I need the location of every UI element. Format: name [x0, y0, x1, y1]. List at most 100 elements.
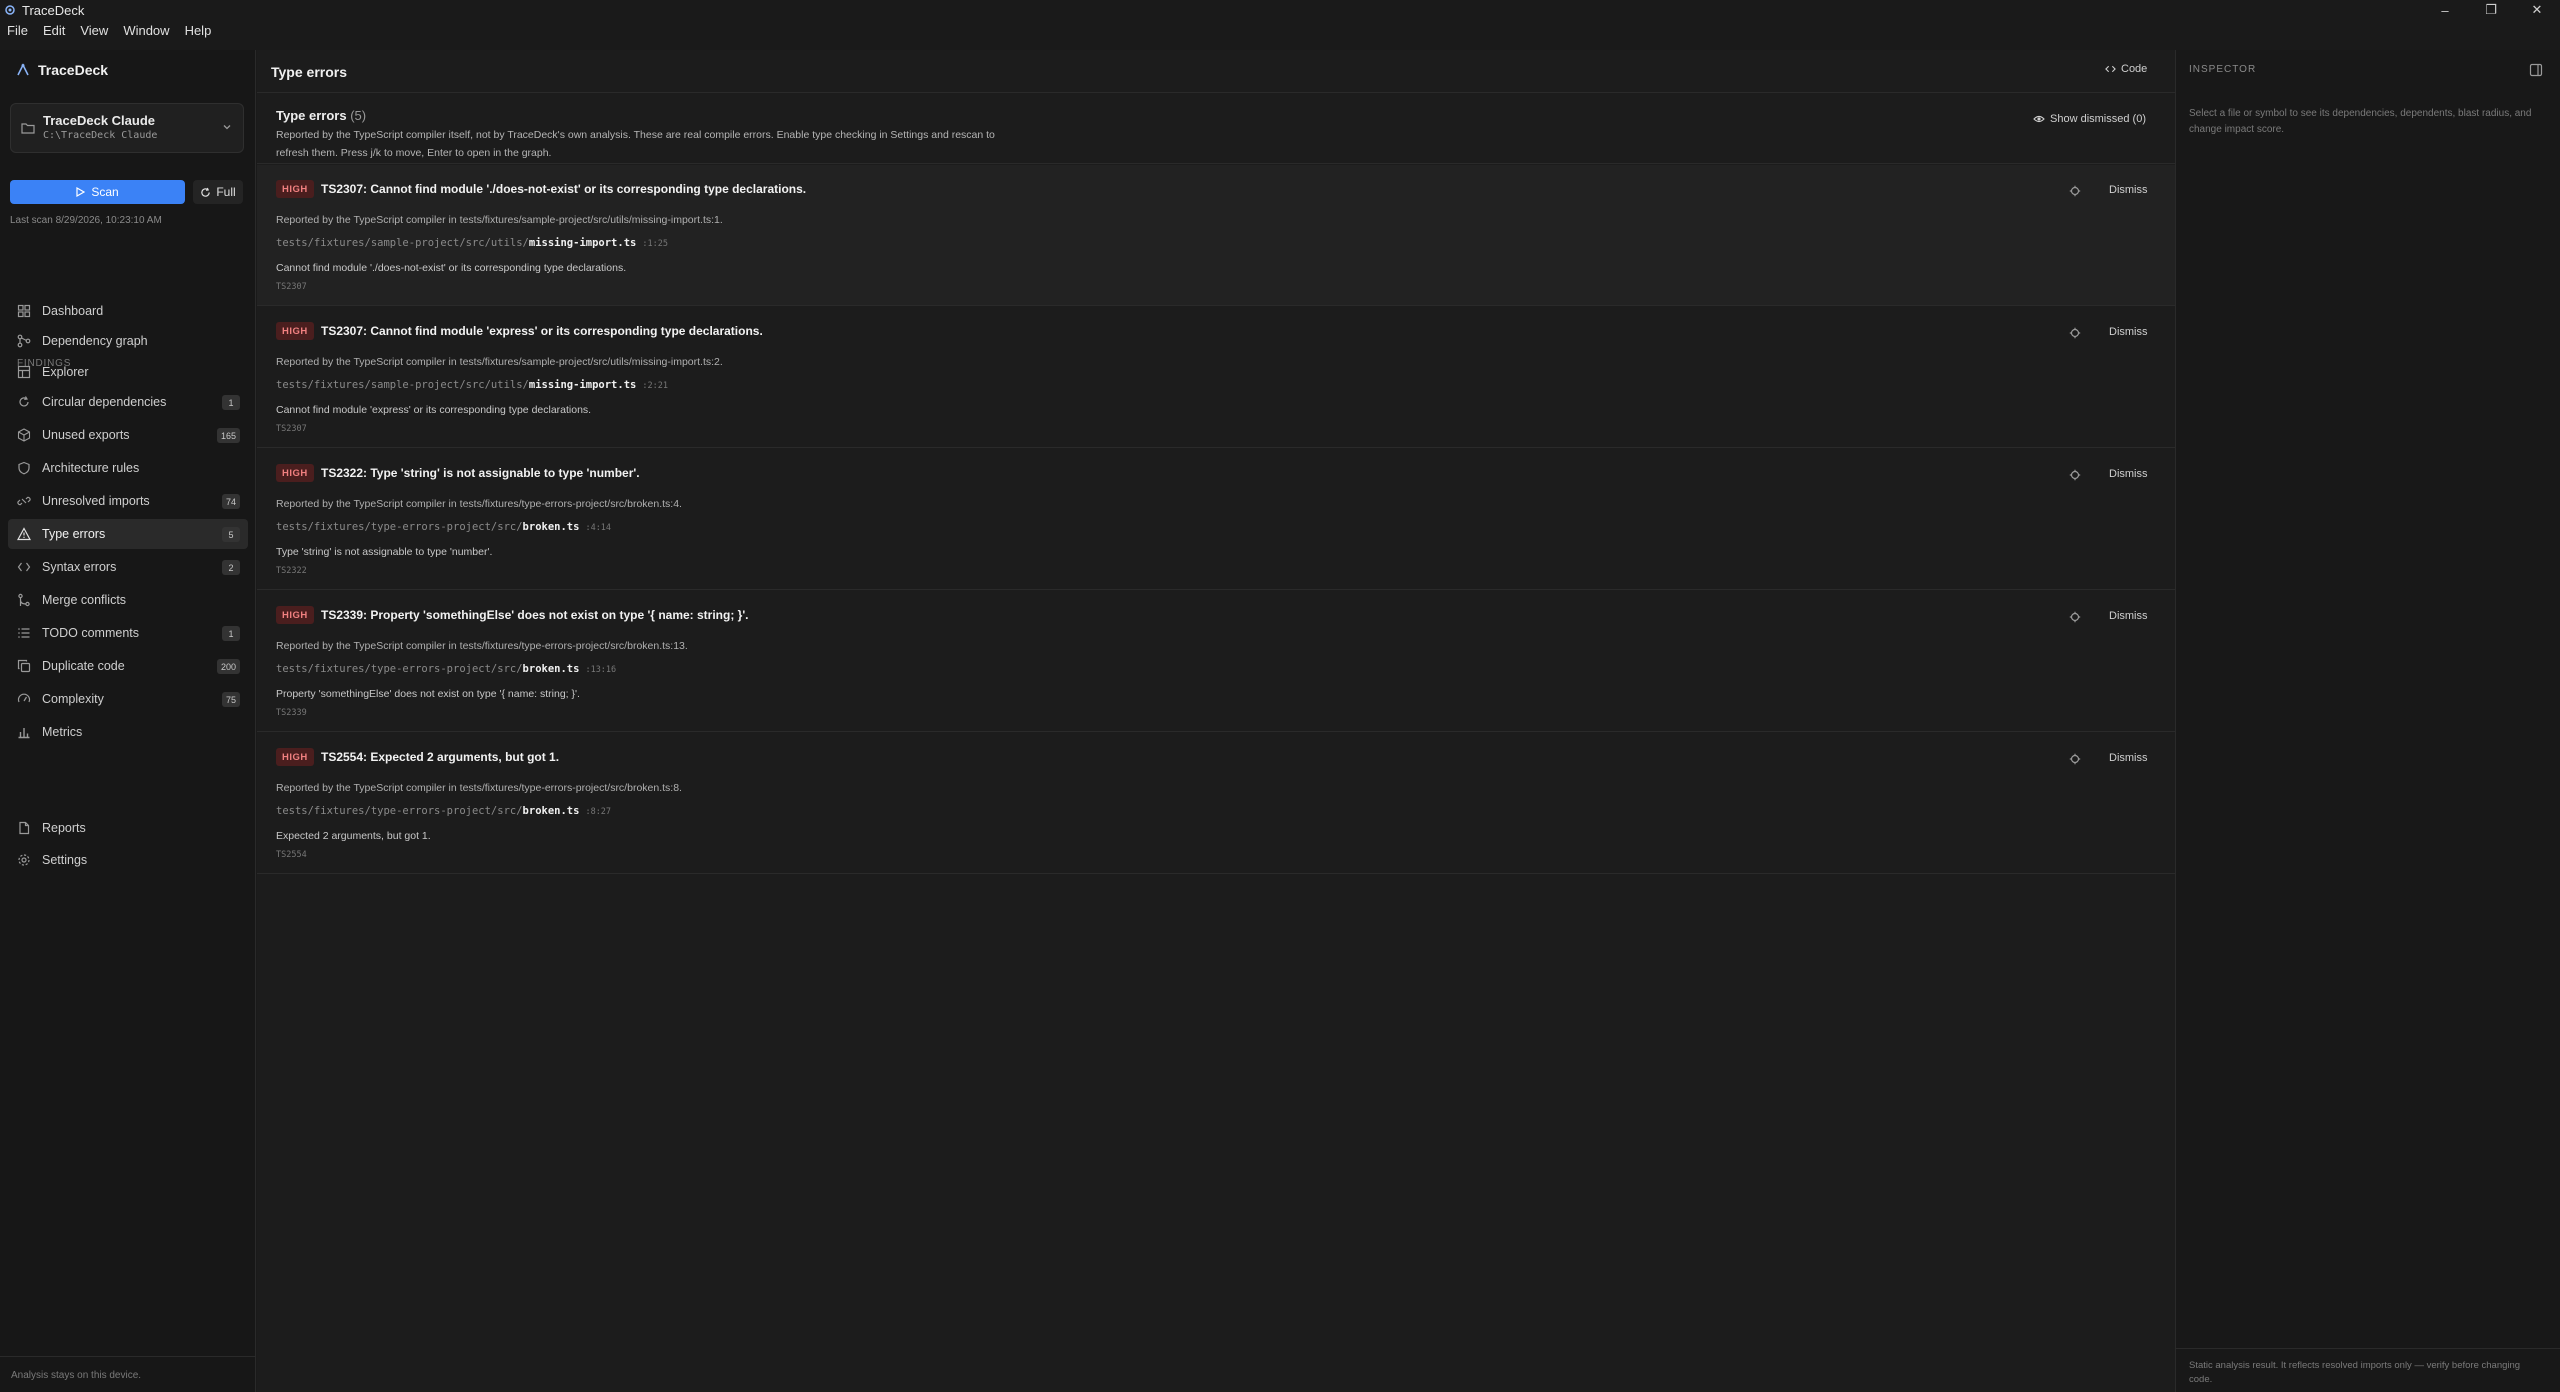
menu-file[interactable]: File: [0, 23, 36, 38]
finding-row[interactable]: HIGH TS2339: Property 'somethingElse' doe…: [257, 591, 2175, 732]
minimize-button[interactable]: –: [2422, 0, 2468, 20]
finding-file-link[interactable]: tests/fixtures/sample-project/src/utils/…: [276, 379, 668, 391]
dismiss-button[interactable]: Dismiss: [2109, 326, 2148, 338]
window-controls: – ❐ ✕: [2422, 0, 2560, 20]
sidebar-item-unresolved-imports[interactable]: Unresolved imports 74: [8, 486, 248, 516]
full-scan-button[interactable]: Full: [193, 180, 243, 204]
sidebar-item-circular-dependencies[interactable]: Circular dependencies 1: [8, 387, 248, 417]
count-badge: 74: [221, 494, 240, 509]
file-name: broken.ts: [522, 663, 580, 675]
code-button[interactable]: Code: [2105, 63, 2147, 75]
menu-help[interactable]: Help: [178, 23, 220, 38]
title-bar: TraceDeck – ❐ ✕: [0, 0, 2560, 20]
finding-source: Reported by the TypeScript compiler in t…: [276, 214, 723, 226]
menu-window[interactable]: Window: [116, 23, 177, 38]
file-dir: tests/fixtures/type-errors-project/src/: [276, 805, 523, 817]
sidebar-item-unused-exports[interactable]: Unused exports 165: [8, 420, 248, 450]
finding-message: Cannot find module 'express' or its corr…: [276, 404, 592, 416]
sidebar-item-label: Settings: [42, 853, 88, 867]
sidebar-item-complexity[interactable]: Complexity 75: [8, 684, 248, 714]
finding-file-link[interactable]: tests/fixtures/type-errors-project/src/b…: [276, 521, 611, 533]
code-label: Code: [2121, 63, 2148, 75]
dismiss-button[interactable]: Dismiss: [2109, 610, 2148, 622]
menu-view[interactable]: View: [73, 23, 116, 38]
file-location: :13:16: [585, 665, 617, 675]
sidebar-item-dashboard[interactable]: Dashboard: [8, 296, 248, 326]
file-name: missing-import.ts: [528, 379, 637, 391]
sidebar-item-dependency-graph[interactable]: Dependency graph: [8, 326, 248, 356]
file-icon: [17, 821, 31, 835]
sidebar-item-duplicate-code[interactable]: Duplicate code 200: [8, 651, 248, 681]
sidebar-item-architecture-rules[interactable]: Architecture rules: [8, 453, 248, 483]
sidebar-item-label: Dependency graph: [42, 334, 148, 348]
finding-source: Reported by the TypeScript compiler in t…: [276, 782, 682, 794]
finding-row[interactable]: HIGH TS2554: Expected 2 arguments, but go…: [257, 733, 2175, 874]
panel-toggle-icon[interactable]: [2529, 63, 2543, 77]
finding-title: TS2554: Expected 2 arguments, but got 1.: [321, 750, 560, 764]
target-icon[interactable]: [2069, 611, 2081, 623]
finding-row[interactable]: HIGH TS2322: Type 'string' is not assigna…: [257, 449, 2175, 590]
finding-file-link[interactable]: tests/fixtures/type-errors-project/src/b…: [276, 663, 616, 675]
dismiss-button[interactable]: Dismiss: [2109, 752, 2148, 764]
intro-count: (5): [350, 108, 367, 123]
finding-message: Expected 2 arguments, but got 1.: [276, 830, 431, 842]
restore-button[interactable]: ❐: [2468, 0, 2514, 20]
sidebar-item-settings[interactable]: Settings: [8, 845, 248, 875]
sidebar-item-type-errors[interactable]: Type errors 5: [8, 519, 248, 549]
shield-icon: [17, 461, 31, 475]
target-icon[interactable]: [2069, 185, 2081, 197]
sidebar-item-reports[interactable]: Reports: [8, 813, 248, 843]
severity-badge: HIGH: [276, 322, 314, 340]
sidebar-footer: Analysis stays on this device.: [0, 1356, 255, 1392]
unlink-icon: [17, 494, 31, 508]
finding-row[interactable]: HIGH TS2307: Cannot find module 'express'…: [257, 307, 2175, 448]
sidebar-item-label: Metrics: [42, 725, 83, 739]
finding-row[interactable]: HIGH TS2307: Cannot find module './does-n…: [257, 165, 2175, 306]
count-badge: 75: [221, 692, 240, 707]
target-icon[interactable]: [2069, 469, 2081, 481]
copy-icon: [17, 659, 31, 673]
findings-section-label: FINDINGS: [17, 358, 72, 369]
sidebar-item-syntax-errors[interactable]: Syntax errors 2: [8, 552, 248, 582]
close-button[interactable]: ✕: [2514, 0, 2560, 20]
finding-file-link[interactable]: tests/fixtures/type-errors-project/src/b…: [276, 805, 611, 817]
sidebar-item-label: Reports: [42, 821, 86, 835]
sidebar-item-label: Dashboard: [42, 304, 104, 318]
package-icon: [17, 428, 31, 442]
inspector-title: INSPECTOR: [2189, 64, 2257, 75]
inspector-footer: Static analysis result. It reflects reso…: [2176, 1348, 2560, 1392]
count-badge: 5: [222, 527, 240, 542]
file-name: broken.ts: [522, 521, 580, 533]
sidebar-item-metrics[interactable]: Metrics: [8, 717, 248, 747]
project-selector[interactable]: TraceDeck Claude C:\TraceDeck Claude: [10, 103, 244, 153]
sidebar: TraceDeck TraceDeck Claude C:\TraceDeck …: [0, 50, 256, 1392]
intro-title: Type errors (5): [276, 108, 366, 123]
dismiss-button[interactable]: Dismiss: [2109, 468, 2148, 480]
cycle-icon: [17, 395, 31, 409]
finding-source: Reported by the TypeScript compiler in t…: [276, 498, 682, 510]
list-icon: [17, 626, 31, 640]
finding-file-link[interactable]: tests/fixtures/sample-project/src/utils/…: [276, 237, 668, 249]
intro-title-text: Type errors: [276, 108, 347, 123]
main-header: Type errors Code: [257, 50, 2175, 93]
show-dismissed-label: Show dismissed (0): [2050, 113, 2146, 125]
gauge-icon: [17, 692, 31, 706]
sidebar-item-merge-conflicts[interactable]: Merge conflicts: [8, 585, 248, 615]
code-icon: [2105, 65, 2116, 73]
code-icon: [17, 560, 31, 574]
show-dismissed-toggle[interactable]: Show dismissed (0): [2033, 113, 2146, 125]
merge-icon: [17, 593, 31, 607]
menu-edit[interactable]: Edit: [36, 23, 73, 38]
target-icon[interactable]: [2069, 327, 2081, 339]
file-dir: tests/fixtures/type-errors-project/src/: [276, 521, 523, 533]
sidebar-item-todo-comments[interactable]: TODO comments 1: [8, 618, 248, 648]
scan-button[interactable]: Scan: [10, 180, 185, 204]
graph-icon: [17, 334, 31, 348]
error-code: TS2554: [276, 850, 307, 860]
dismiss-button[interactable]: Dismiss: [2109, 184, 2148, 196]
target-icon[interactable]: [2069, 753, 2081, 765]
findings-intro: Type errors (5) Reported by the TypeScri…: [257, 94, 2175, 164]
finding-message: Cannot find module './does-not-exist' or…: [276, 262, 627, 274]
file-location: :8:27: [585, 807, 612, 817]
count-badge: 200: [216, 659, 240, 674]
